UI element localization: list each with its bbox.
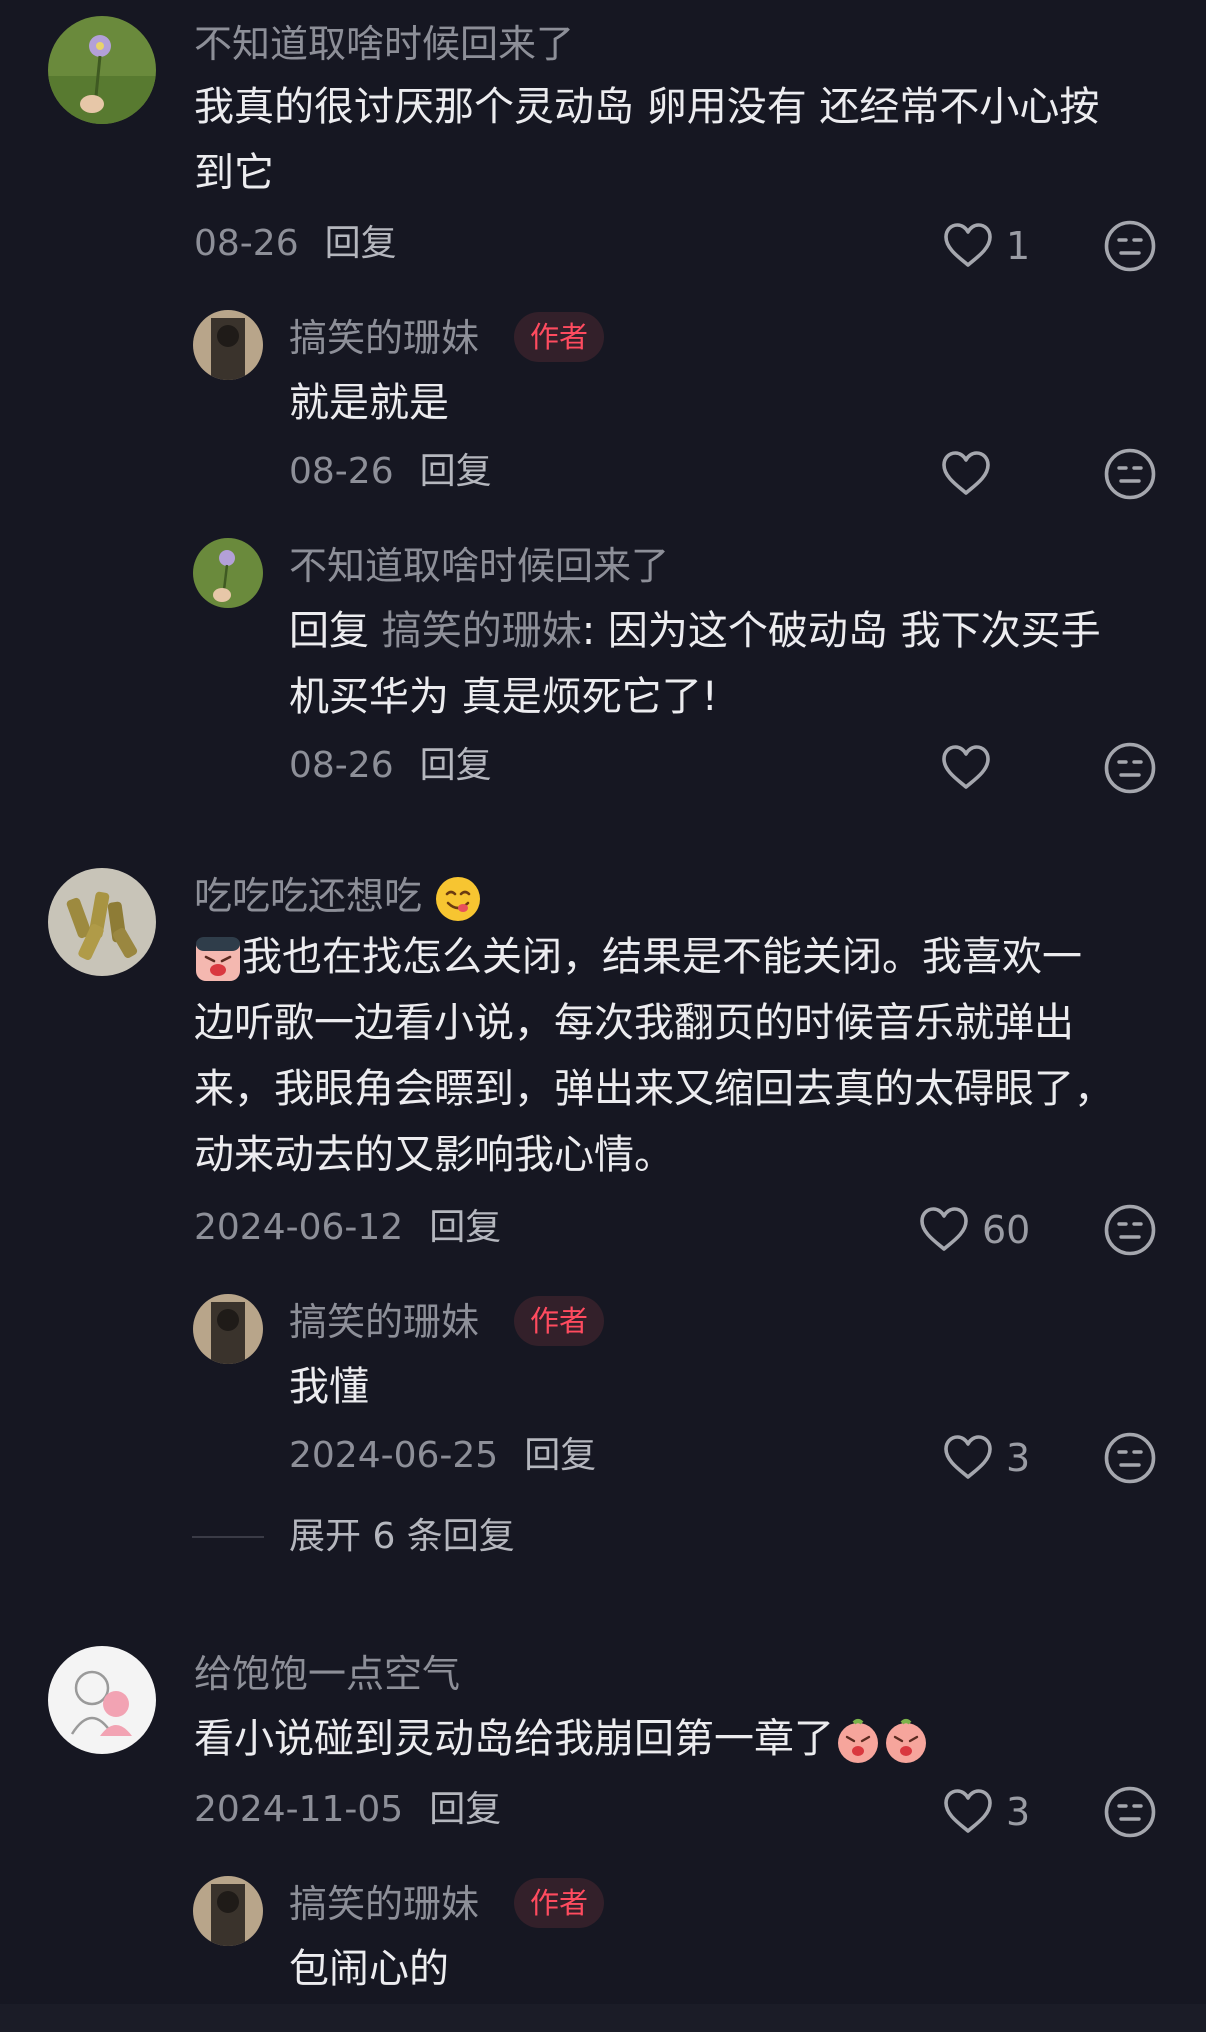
avatar[interactable]	[48, 868, 156, 976]
reply-button[interactable]: 回复	[325, 223, 397, 264]
comment-text-line: 看小说碰到灵动岛给我崩回第一章了	[194, 1706, 930, 1772]
expand-divider	[192, 1536, 264, 1538]
comment-username[interactable]: 给饱饱一点空气	[194, 1652, 460, 1696]
like-button[interactable]: 1	[940, 218, 1030, 274]
reply-text-line: 机买华为 真是烦死它了!	[289, 674, 718, 720]
reply-meta: 08-26 回复	[289, 744, 492, 788]
reply-button[interactable]: 回复	[420, 745, 492, 786]
like-count: 1	[1006, 224, 1031, 268]
avatar[interactable]	[48, 16, 156, 124]
reply-date: 08-26	[289, 451, 394, 492]
reply-text: 我懂	[289, 1364, 369, 1410]
neutral-face-icon[interactable]	[1102, 218, 1158, 274]
comment-text: 看小说碰到灵动岛给我崩回第一章了	[194, 1716, 834, 1762]
reply-meta: 2024-06-25 回复	[289, 1434, 596, 1478]
like-button[interactable]: 60	[916, 1202, 1030, 1258]
reply-text: 就是就是	[289, 380, 449, 426]
reply-prefix: 回复	[289, 608, 369, 654]
avatar[interactable]	[193, 1876, 263, 1946]
comment-username[interactable]: 不知道取啥时候回来了	[194, 22, 574, 66]
comment-date: 08-26	[194, 223, 299, 264]
reply-button[interactable]: 回复	[429, 1207, 501, 1248]
username-text: 吃吃吃还想吃	[194, 874, 423, 918]
reply-username[interactable]: 搞笑的珊妹	[289, 1300, 479, 1344]
expand-replies-button[interactable]: 展开 6 条回复	[289, 1515, 515, 1559]
profile-photo-icon	[193, 1294, 263, 1364]
profile-photo-icon	[193, 310, 263, 380]
neutral-face-icon[interactable]	[1102, 1430, 1158, 1486]
reply-text-line: 回复 搞笑的珊妹: 因为这个破动岛 我下次买手	[289, 598, 1101, 664]
comment-meta: 2024-06-12 回复	[194, 1206, 501, 1250]
avatar[interactable]	[193, 538, 263, 608]
snack-photo-icon	[48, 868, 156, 976]
neutral-face-icon[interactable]	[1102, 1202, 1158, 1258]
flower-photo-icon	[193, 538, 263, 608]
comment-date: 2024-11-05	[194, 1789, 404, 1830]
comment-username[interactable]: 吃吃吃还想吃	[194, 874, 482, 923]
comment-text: 我也在找怎么关闭，结果是不能关闭。我喜欢一	[242, 934, 1082, 980]
avatar[interactable]	[48, 1646, 156, 1754]
flower-photo-icon	[48, 16, 156, 124]
reply-text: 包闹心的	[289, 1946, 449, 1992]
reply-date: 2024-06-25	[289, 1435, 499, 1476]
like-button[interactable]	[938, 740, 994, 796]
heart-outline-icon	[916, 1202, 972, 1258]
author-badge: 作者	[514, 1878, 605, 1928]
reply-button[interactable]: 回复	[524, 1435, 596, 1476]
author-badge: 作者	[514, 312, 605, 362]
comment-meta: 2024-11-05 回复	[194, 1788, 501, 1832]
heart-outline-icon	[940, 1784, 996, 1840]
comment-text-line: 动来动去的又影响我心情。	[194, 1132, 674, 1178]
angry-peach-icon	[838, 1719, 878, 1763]
comment-text-line: 边听歌一边看小说，每次我翻页的时候音乐就弹出	[194, 1000, 1074, 1046]
comment-text-line: 到它	[194, 150, 274, 196]
bottom-edge	[0, 2004, 1206, 2032]
like-button[interactable]: 3	[940, 1784, 1030, 1840]
neutral-face-icon[interactable]	[1102, 446, 1158, 502]
reply-text-content: : 因为这个破动岛 我下次买手	[581, 608, 1101, 654]
like-button[interactable]	[938, 446, 994, 502]
reply-username[interactable]: 不知道取啥时候回来了	[289, 544, 669, 588]
reply-button[interactable]: 回复	[429, 1789, 501, 1830]
like-count: 60	[982, 1208, 1031, 1252]
comment-meta: 08-26 回复	[194, 222, 397, 266]
comment-text-line: 我也在找怎么关闭，结果是不能关闭。我喜欢一	[194, 924, 1082, 990]
heart-outline-icon	[938, 740, 994, 796]
yum-face-icon	[436, 876, 481, 921]
comment-date: 2024-06-12	[194, 1207, 404, 1248]
crying-sticker-icon	[196, 937, 240, 981]
reply-username[interactable]: 搞笑的珊妹	[289, 1882, 479, 1926]
heart-outline-icon	[938, 446, 994, 502]
comment-text-line: 我真的很讨厌那个灵动岛 卵用没有 还经常不小心按	[194, 84, 1100, 130]
like-button[interactable]: 3	[940, 1430, 1030, 1486]
neutral-face-icon[interactable]	[1102, 740, 1158, 796]
heart-outline-icon	[940, 218, 996, 274]
reply-username[interactable]: 搞笑的珊妹	[289, 316, 479, 360]
reply-meta: 08-26 回复	[289, 450, 492, 494]
heart-outline-icon	[940, 1430, 996, 1486]
avatar[interactable]	[193, 310, 263, 380]
comment-text-line: 来，我眼角会瞟到，弹出来又缩回去真的太碍眼了，	[194, 1066, 1114, 1112]
reply-button[interactable]: 回复	[420, 451, 492, 492]
neutral-face-icon[interactable]	[1102, 1784, 1158, 1840]
couple-illustration-icon	[48, 1646, 156, 1754]
reply-date: 08-26	[289, 745, 394, 786]
like-count: 3	[1006, 1790, 1031, 1834]
author-badge: 作者	[514, 1296, 605, 1346]
profile-photo-icon	[193, 1876, 263, 1946]
angry-peach-icon	[886, 1719, 926, 1763]
reply-to-user[interactable]: 搞笑的珊妹	[382, 608, 582, 654]
like-count: 3	[1006, 1436, 1031, 1480]
avatar[interactable]	[193, 1294, 263, 1364]
